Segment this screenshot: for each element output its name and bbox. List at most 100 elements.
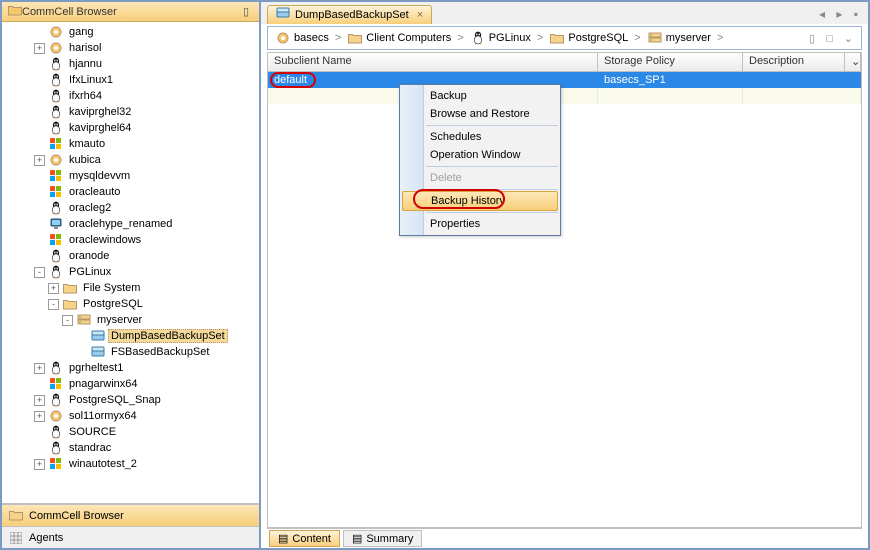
tree-view[interactable]: gang + harisol hjannuIfxLinux1 ifxrh64 kavipr…	[2, 22, 259, 504]
cell-subclient: default	[274, 74, 307, 86]
linux-icon	[48, 440, 64, 456]
tab-nav-icons[interactable]: ◂ ▸ ▪	[819, 7, 862, 21]
tree-node-dumpbasedbackupset[interactable]: DumpBasedBackupSet	[2, 328, 259, 344]
tree-node-winautotest-2[interactable]: +winautotest_2	[2, 456, 259, 472]
tree-node-fsbasedbackupset[interactable]: FSBasedBackupSet	[2, 344, 259, 360]
collapse-icon[interactable]: -	[48, 299, 59, 310]
collapse-icon[interactable]: -	[34, 267, 45, 278]
breadcrumb-basecs[interactable]: basecs	[272, 30, 332, 46]
col-subclient-name[interactable]: Subclient Name	[268, 53, 598, 71]
expand-icon[interactable]: +	[34, 459, 45, 470]
chevron-right-icon[interactable]: >	[714, 32, 726, 44]
tree-node-postgresql-snap[interactable]: +PostgreSQL_Snap	[2, 392, 259, 408]
tree-label: oraclewindows	[66, 234, 141, 246]
tree-label: ifxrh64	[66, 90, 102, 102]
bottom-tab-commcell-browser[interactable]: CommCell Browser	[2, 504, 259, 526]
expander-empty	[34, 235, 45, 246]
tree-node-oracleg2[interactable]: oracleg2	[2, 200, 259, 216]
expander-empty	[34, 427, 45, 438]
menu-item-properties[interactable]: Properties	[400, 215, 560, 233]
subclient-table: Subclient Name Storage Policy Descriptio…	[267, 52, 862, 528]
breadcrumb-postgresql[interactable]: PostgreSQL	[546, 30, 631, 46]
pin-icon[interactable]: ▯	[239, 5, 253, 18]
chevron-right-icon[interactable]: >	[631, 32, 643, 44]
breadcrumb[interactable]: basecs>Client Computers>PGLinux>PostgreS…	[267, 26, 862, 50]
tree-node-oraclewindows[interactable]: oraclewindows	[2, 232, 259, 248]
menu-item-schedules[interactable]: Schedules	[400, 128, 560, 146]
win-icon	[48, 376, 64, 392]
linux-icon	[48, 264, 64, 280]
expander-empty	[34, 139, 45, 150]
tree-node-ifxrh64[interactable]: ifxrh64	[2, 88, 259, 104]
tree-node-kmauto[interactable]: kmauto	[2, 136, 259, 152]
cell-policy: basecs_SP1	[604, 74, 666, 86]
bottom-tab-agents[interactable]: Agents	[2, 526, 259, 548]
tree-node-harisol[interactable]: + harisol	[2, 40, 259, 56]
chevron-right-icon[interactable]: >	[332, 32, 344, 44]
tree-node-sol11ormyx64[interactable]: + sol11ormyx64	[2, 408, 259, 424]
expand-icon[interactable]: +	[34, 411, 45, 422]
chevron-right-icon[interactable]: >	[534, 32, 546, 44]
menu-item-operation-window[interactable]: Operation Window	[400, 146, 560, 164]
tree-node-file-system[interactable]: +File System	[2, 280, 259, 296]
table-header: Subclient Name Storage Policy Descriptio…	[268, 53, 861, 72]
tree-node-hjannu[interactable]: hjannu	[2, 56, 259, 72]
folder-icon	[62, 280, 78, 296]
expand-icon[interactable]: +	[34, 155, 45, 166]
expand-icon[interactable]: +	[34, 43, 45, 54]
tree-node-pgrheltest1[interactable]: +pgrheltest1	[2, 360, 259, 376]
status-bar: ▤Content ▤Summary	[267, 528, 862, 548]
tree-node-oranode[interactable]: oranode	[2, 248, 259, 264]
tree-node-gang[interactable]: gang	[2, 24, 259, 40]
tree-node-standrac[interactable]: standrac	[2, 440, 259, 456]
table-row[interactable]: default basecs_SP1	[268, 72, 861, 88]
tree-label: harisol	[66, 42, 101, 54]
linux-icon	[470, 30, 486, 46]
tab-dumpbackupset[interactable]: DumpBasedBackupSet ×	[267, 5, 432, 24]
tree-label: sol11ormyx64	[66, 410, 137, 422]
chevron-right-icon[interactable]: >	[454, 32, 466, 44]
tree-label: oracleg2	[66, 202, 111, 214]
tree-label: SOURCE	[66, 426, 116, 438]
tree-label: mysqldevvm	[66, 170, 130, 182]
status-tab-summary[interactable]: ▤Summary	[343, 530, 422, 547]
linux-icon	[48, 88, 64, 104]
tree-node-mysqldevvm[interactable]: mysqldevvm	[2, 168, 259, 184]
col-menu-icon[interactable]: ⌄	[845, 53, 861, 71]
breadcrumb-label: basecs	[294, 32, 329, 44]
close-icon[interactable]: ×	[417, 9, 423, 21]
tree-node-pglinux[interactable]: -PGLinux	[2, 264, 259, 280]
expander-empty	[34, 187, 45, 198]
collapse-icon[interactable]: -	[62, 315, 73, 326]
tree-node-pnagarwinx64[interactable]: pnagarwinx64	[2, 376, 259, 392]
expand-icon[interactable]: +	[48, 283, 59, 294]
menu-item-backup[interactable]: Backup	[400, 87, 560, 105]
expand-icon[interactable]: +	[34, 363, 45, 374]
status-tab-content[interactable]: ▤Content	[269, 530, 340, 547]
breadcrumb-myserver[interactable]: myserver	[644, 30, 714, 46]
tree-node-kaviprghel32[interactable]: kaviprghel32	[2, 104, 259, 120]
linux-icon	[48, 56, 64, 72]
server-icon	[76, 312, 92, 328]
node-icon	[48, 40, 64, 56]
tree-node-source[interactable]: SOURCE	[2, 424, 259, 440]
tree-node-ifxlinux1[interactable]: IfxLinux1	[2, 72, 259, 88]
highlight-ring	[413, 189, 505, 209]
expander-empty	[76, 347, 87, 358]
tree-node-kubica[interactable]: +kubica	[2, 152, 259, 168]
tree-node-oraclehype-renamed[interactable]: oraclehype_renamed	[2, 216, 259, 232]
menu-item-browse-and-restore[interactable]: Browse and Restore	[400, 105, 560, 123]
expander-empty	[34, 59, 45, 70]
tree-node-kaviprghel64[interactable]: kaviprghel64	[2, 120, 259, 136]
tree-node-oracleauto[interactable]: oracleauto	[2, 184, 259, 200]
tree-node-myserver[interactable]: -myserver	[2, 312, 259, 328]
menu-item-backup-history[interactable]: Backup History	[402, 191, 558, 211]
col-storage-policy[interactable]: Storage Policy	[598, 53, 743, 71]
expand-icon[interactable]: +	[34, 395, 45, 406]
breadcrumb-client computers[interactable]: Client Computers	[344, 30, 454, 46]
breadcrumb-pglinux[interactable]: PGLinux	[467, 30, 534, 46]
tab-label: DumpBasedBackupSet	[295, 9, 409, 21]
col-description[interactable]: Description	[743, 53, 845, 71]
tree-node-postgresql[interactable]: -PostgreSQL	[2, 296, 259, 312]
breadcrumb-controls[interactable]: ▯ □ ⌄	[809, 32, 857, 45]
